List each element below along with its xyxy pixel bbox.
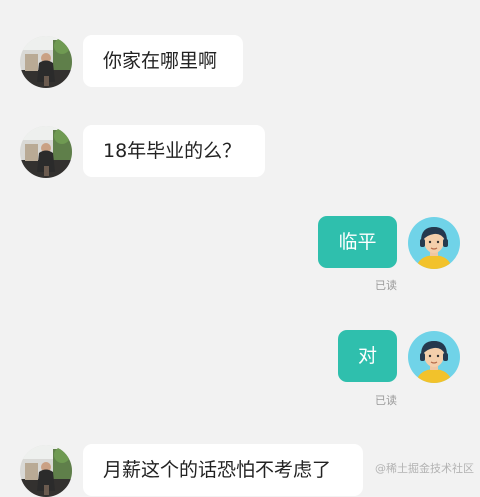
my-avatar[interactable] [408,217,460,269]
message-bubble[interactable]: 18年毕业的么？ [83,125,265,177]
read-receipt: 已读 [375,394,397,407]
contact-avatar[interactable] [20,445,72,497]
message-bubble[interactable]: 月薪这个的话恐怕不考虑了 [83,444,363,496]
contact-avatar[interactable] [20,126,72,178]
message-text: 临平 [338,230,377,253]
message-text: 你家在哪里啊 [103,49,218,72]
message-bubble[interactable]: 临平 [318,216,397,268]
message-bubble[interactable]: 你家在哪里啊 [83,35,243,87]
message-bubble[interactable]: 对 [338,330,397,382]
my-avatar[interactable] [408,331,460,383]
contact-avatar[interactable] [20,36,72,88]
message-text: 18年毕业的么？ [103,139,242,162]
message-text: 月薪这个的话恐怕不考虑了 [103,458,332,481]
read-receipt: 已读 [375,279,397,292]
watermark: @稀土掘金技术社区 [375,462,474,475]
chat-thread: 你家在哪里啊 18年毕业的么？ 临平 已读 对 已读 月薪这个的话恐怕不考虑了 … [0,0,480,497]
message-text: 对 [357,344,377,367]
